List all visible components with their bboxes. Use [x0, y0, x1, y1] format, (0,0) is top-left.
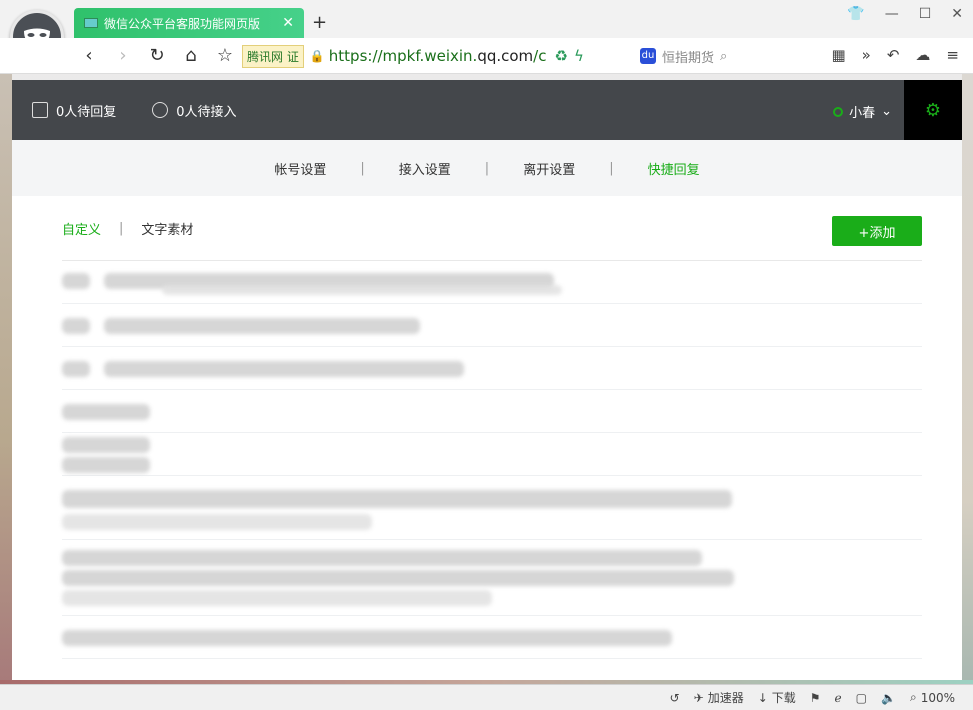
online-status-icon — [833, 106, 844, 117]
zoom-label: 100% — [920, 690, 955, 705]
tab-quick-reply[interactable]: 快捷回复 — [614, 159, 734, 178]
search-box[interactable]: du 恒指期货 ⌕ — [640, 44, 760, 68]
accelerator-button[interactable]: ✈ 加速器 — [694, 689, 744, 706]
status-refresh-icon[interactable]: ↺ — [670, 691, 680, 705]
lock-icon: 🔒 — [309, 49, 325, 63]
favorite-star-icon[interactable]: ☆ — [208, 45, 242, 66]
minimize-icon[interactable]: — — [885, 6, 899, 22]
skin-icon[interactable]: 👕 — [847, 6, 864, 22]
reply-list — [62, 260, 922, 659]
list-item[interactable] — [62, 433, 922, 476]
browser-chrome: 微信公众平台客服功能网页版 ✕ + 👕 — ☐ ✕ ‹ › ↻ ⌂ ☆ 腾讯网 … — [0, 0, 973, 74]
chevron-down-icon: ⌄ — [881, 104, 892, 119]
search-input[interactable]: 恒指期货 — [662, 47, 714, 66]
list-item[interactable] — [62, 347, 922, 390]
baidu-paw-icon: du — [640, 48, 656, 64]
download-button[interactable]: ↓ 下载 — [758, 689, 796, 706]
home-icon[interactable]: ⌂ — [174, 45, 208, 66]
menu-icon[interactable]: ≡ — [946, 46, 959, 64]
tab-access-settings[interactable]: 接入设置 — [365, 159, 485, 178]
zoom-icon: ⌕ — [909, 690, 917, 704]
lightning-icon[interactable]: ϟ — [574, 47, 584, 65]
settings-menu: 帐号设置 | 接入设置 | 离开设置 | 快捷回复 — [12, 140, 962, 196]
refresh-icon[interactable]: ↻ — [140, 45, 174, 66]
back-icon[interactable]: ‹ — [72, 45, 106, 66]
window-icon[interactable]: ▢ — [856, 691, 867, 705]
tab-close-icon[interactable]: ✕ — [282, 15, 294, 31]
user-name: 小春 — [849, 106, 876, 121]
more-icon[interactable]: » — [862, 46, 871, 64]
tab-active[interactable]: 微信公众平台客服功能网页版 ✕ — [74, 8, 304, 38]
kf-topbar: 0人待回复 0人待接入 小春 ⌄ ⚙ — [12, 80, 962, 140]
undo-icon[interactable]: ↶ — [887, 46, 900, 64]
list-item[interactable] — [62, 616, 922, 659]
apps-icon[interactable]: ▦ — [831, 46, 845, 64]
address-bar[interactable]: 腾讯网 证 🔒 https://mpkf.weixin.qq.com/c ♻ ϟ — [242, 42, 610, 70]
close-window-icon[interactable]: ✕ — [951, 6, 963, 22]
subtab-custom[interactable]: 自定义 — [62, 219, 101, 238]
maximize-icon[interactable]: ☐ — [919, 6, 932, 22]
rocket-icon: ✈ — [693, 690, 704, 705]
ie-icon[interactable]: ℯ — [835, 691, 842, 705]
list-item[interactable] — [62, 540, 922, 616]
pending-reply-stat[interactable]: 0人待回复 — [32, 101, 116, 120]
tab-account-settings[interactable]: 帐号设置 — [240, 159, 360, 178]
list-item[interactable] — [62, 261, 922, 304]
download-label: 下载 — [771, 691, 796, 705]
user-menu[interactable]: 小春 ⌄ — [833, 102, 892, 121]
favicon-icon — [84, 18, 98, 28]
accelerator-label: 加速器 — [707, 691, 744, 705]
pending-accept-label: 0人待接入 — [176, 104, 237, 120]
list-item[interactable] — [62, 390, 922, 433]
flag-icon[interactable]: ⚑ — [810, 691, 821, 705]
gear-icon: ⚙ — [924, 99, 942, 121]
url-text[interactable]: https://mpkf.weixin.qq.com/c — [329, 47, 547, 65]
site-verified-badge[interactable]: 腾讯网 证 — [242, 44, 304, 68]
quick-reply-panel: 自定义 | 文字素材 +添加 — [12, 196, 962, 659]
browser-toolbar: ‹ › ↻ ⌂ ☆ 腾讯网 证 🔒 https://mpkf.weixin.qq… — [0, 38, 973, 74]
pending-accept-stat[interactable]: 0人待接入 — [152, 101, 237, 120]
recycle-icon[interactable]: ♻ — [554, 47, 567, 65]
list-item[interactable] — [62, 304, 922, 347]
subtab-text-material[interactable]: 文字素材 — [141, 219, 193, 238]
tab-title: 微信公众平台客服功能网页版 — [104, 16, 261, 31]
download-icon: ↓ — [757, 690, 768, 705]
new-tab-button[interactable]: + — [312, 12, 327, 33]
subnav-separator: | — [119, 220, 124, 236]
window-edge-left — [0, 74, 12, 684]
clock-icon — [152, 102, 169, 118]
search-icon[interactable]: ⌕ — [720, 49, 727, 64]
add-button[interactable]: +添加 — [832, 216, 922, 246]
settings-button[interactable]: ⚙ — [904, 80, 962, 140]
browser-statusbar: ↺ ✈ 加速器 ↓ 下载 ⚑ ℯ ▢ 🔈 ⌕ 100% — [0, 684, 973, 710]
tab-leave-settings[interactable]: 离开设置 — [489, 159, 609, 178]
toolbar-right: ▦ » ↶ ☁ ≡ — [831, 46, 959, 64]
zoom-control[interactable]: ⌕ 100% — [910, 690, 955, 705]
pending-reply-label: 0人待回复 — [56, 104, 117, 120]
subnav: 自定义 | 文字素材 — [62, 196, 922, 260]
tab-strip: 微信公众平台客服功能网页版 ✕ + 👕 — ☐ ✕ — [0, 0, 973, 64]
sound-icon[interactable]: 🔈 — [881, 691, 896, 705]
forward-icon[interactable]: › — [106, 45, 140, 66]
list-item[interactable] — [62, 476, 922, 540]
web-page: 0人待回复 0人待接入 小春 ⌄ ⚙ 帐号设置 | 接入设置 | 离开设置 | … — [12, 80, 962, 680]
cloud-icon[interactable]: ☁ — [915, 46, 930, 64]
window-edge-right — [962, 74, 973, 684]
window-controls: 👕 — ☐ ✕ — [847, 6, 963, 22]
message-icon — [32, 102, 48, 118]
